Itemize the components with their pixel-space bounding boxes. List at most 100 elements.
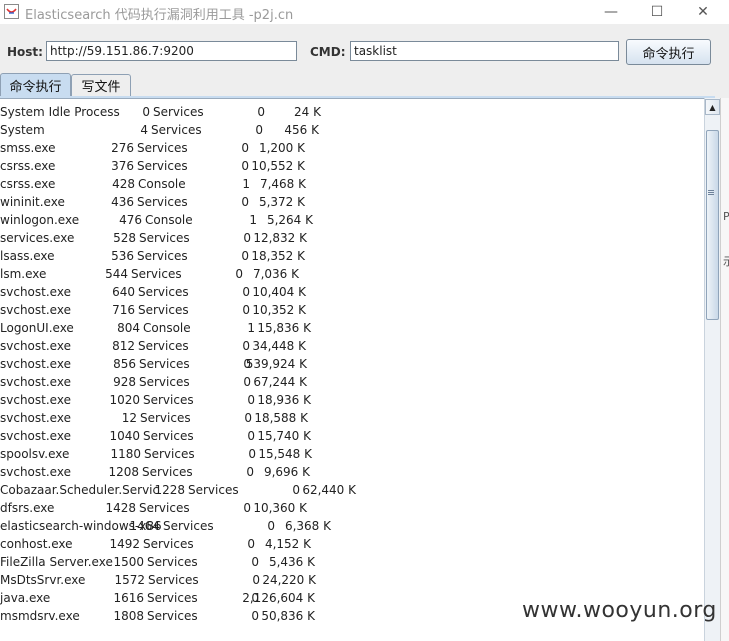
- process-row: svchost.exe 716 Services 0 10,352 K: [0, 303, 704, 321]
- process-session: Services: [151, 123, 202, 137]
- process-pid: 1020: [109, 393, 140, 407]
- process-row: MsDtsSrvr.exe 1572 Services 0 24,220 K: [0, 573, 704, 591]
- process-pid: 1040: [109, 429, 140, 443]
- tab-write-file[interactable]: 写文件: [71, 74, 131, 96]
- process-pid: 1428: [105, 501, 136, 515]
- process-mem: 9,696 K: [263, 465, 310, 479]
- process-name: dfsrs.exe: [0, 501, 55, 515]
- process-mem: 5,264 K: [266, 213, 313, 227]
- process-mem: 18,352 K: [251, 249, 305, 263]
- process-session: Services: [138, 285, 189, 299]
- process-row: conhost.exe 1492 Services 0 4,152 K: [0, 537, 704, 555]
- process-row: lsass.exe 536 Services 0 18,352 K: [0, 249, 704, 267]
- process-mem: 539,924 K: [245, 357, 307, 371]
- process-name: conhost.exe: [0, 537, 73, 551]
- process-mem: 5,372 K: [258, 195, 305, 209]
- process-session: Services: [153, 105, 204, 119]
- scrollbar-grip-icon: [708, 190, 714, 191]
- background-window-char: P: [723, 210, 729, 223]
- process-pid: 928: [113, 375, 136, 389]
- process-name: System Idle Process: [0, 105, 120, 119]
- process-pid: 428: [112, 177, 135, 191]
- process-row: FileZilla Server.exe 1500 Services 0 5,436 K: [0, 555, 704, 573]
- process-pid: 1616: [113, 591, 144, 605]
- process-mem: 24,220 K: [262, 573, 316, 587]
- process-mem: 7,036 K: [252, 267, 299, 281]
- process-name: svchost.exe: [0, 375, 71, 389]
- output-textarea[interactable]: System Idle Process 0 Services 0 24 K System 4…: [0, 105, 704, 641]
- process-session: Services: [131, 267, 182, 281]
- process-row: svchost.exe 928 Services 0 67,244 K: [0, 375, 704, 393]
- process-name: FileZilla Server.exe: [0, 555, 113, 569]
- host-label: Host:: [7, 45, 43, 59]
- process-mem: 12,832 K: [253, 231, 307, 245]
- vertical-scrollbar[interactable]: ▲: [704, 98, 721, 641]
- tab-command-exec[interactable]: 命令执行: [0, 73, 71, 97]
- process-mem: 456 K: [284, 123, 319, 137]
- maximize-button[interactable]: ☐: [634, 0, 680, 24]
- process-name: Cobazaar.Scheduler.Servic: [0, 483, 160, 497]
- process-name: LogonUI.exe: [0, 321, 74, 335]
- output-panel[interactable]: System Idle Process 0 Services 0 24 K System 4…: [0, 98, 720, 641]
- process-session: Services: [188, 483, 239, 497]
- process-session: Services: [143, 429, 194, 443]
- process-session: Console: [145, 213, 193, 227]
- process-session: Services: [142, 465, 193, 479]
- process-row: svchost.exe 640 Services 0 10,404 K: [0, 285, 704, 303]
- process-pid: 528: [113, 231, 136, 245]
- process-row: svchost.exe 856 Services 0 539,924 K: [0, 357, 704, 375]
- scroll-up-arrow-icon[interactable]: ▲: [705, 99, 720, 115]
- process-pid: 536: [111, 249, 134, 263]
- process-session: Services: [137, 141, 188, 155]
- process-session: Services: [143, 393, 194, 407]
- execute-command-button[interactable]: 命令执行: [626, 39, 711, 65]
- process-row: winlogon.exe 476 Console 1 5,264 K: [0, 213, 704, 231]
- process-name: MsDtsSrvr.exe: [0, 573, 86, 587]
- host-input[interactable]: [46, 41, 297, 61]
- process-session: Services: [140, 411, 191, 425]
- process-mem: 2,126,604 K: [242, 591, 315, 605]
- process-name: csrss.exe: [0, 177, 56, 191]
- process-session: Services: [138, 303, 189, 317]
- process-name: svchost.exe: [0, 339, 71, 353]
- process-name: smss.exe: [0, 141, 56, 155]
- process-mem: 6,368 K: [284, 519, 331, 533]
- process-name: msmdsrv.exe: [0, 609, 80, 623]
- process-mem: 15,740 K: [257, 429, 311, 443]
- process-row: System 4 Services 0 456 K: [0, 123, 704, 141]
- process-name: lsass.exe: [0, 249, 55, 263]
- process-mem: 18,588 K: [254, 411, 308, 425]
- process-row: Cobazaar.Scheduler.Servic 1228 Services 0 62…: [0, 483, 704, 501]
- minimize-button[interactable]: —: [588, 0, 634, 24]
- process-pid: 1492: [109, 537, 140, 551]
- process-row: svchost.exe 1208 Services 0 9,696 K: [0, 465, 704, 483]
- process-mem: 62,440 K: [302, 483, 356, 497]
- process-session: Services: [138, 339, 189, 353]
- process-row: System Idle Process 0 Services 0 24 K: [0, 105, 704, 123]
- process-name: svchost.exe: [0, 429, 71, 443]
- cmd-label: CMD:: [310, 45, 346, 59]
- process-pid: 716: [112, 303, 135, 317]
- process-name: services.exe: [0, 231, 75, 245]
- process-pid: 544: [105, 267, 128, 281]
- process-pid: 12: [121, 411, 137, 425]
- close-button[interactable]: ✕: [680, 0, 726, 24]
- process-mem: 15,836 K: [257, 321, 311, 335]
- scrollbar-thumb[interactable]: [706, 130, 719, 320]
- process-pid: 436: [111, 195, 134, 209]
- process-session: Services: [148, 573, 199, 587]
- app-window: Elasticsearch 代码执行漏洞利用工具 -p2j.cn — ☐ ✕ H…: [0, 0, 729, 641]
- process-name: java.exe: [0, 591, 51, 605]
- process-mem: 7,468 K: [259, 177, 306, 191]
- process-row: csrss.exe 428 Console 1 7,468 K: [0, 177, 704, 195]
- process-name: spoolsv.exe: [0, 447, 70, 461]
- process-name: System: [0, 123, 45, 137]
- title-bar[interactable]: Elasticsearch 代码执行漏洞利用工具 -p2j.cn — ☐ ✕: [0, 0, 729, 24]
- cmd-input[interactable]: [350, 41, 619, 61]
- process-row: elasticsearch-windows-x86 1464 Services 0 6,…: [0, 519, 704, 537]
- java-app-icon: [4, 4, 19, 19]
- process-session: Console: [143, 321, 191, 335]
- process-name: winlogon.exe: [0, 213, 80, 227]
- process-row: svchost.exe 12 Services 0 18,588 K: [0, 411, 704, 429]
- process-session: Services: [139, 231, 190, 245]
